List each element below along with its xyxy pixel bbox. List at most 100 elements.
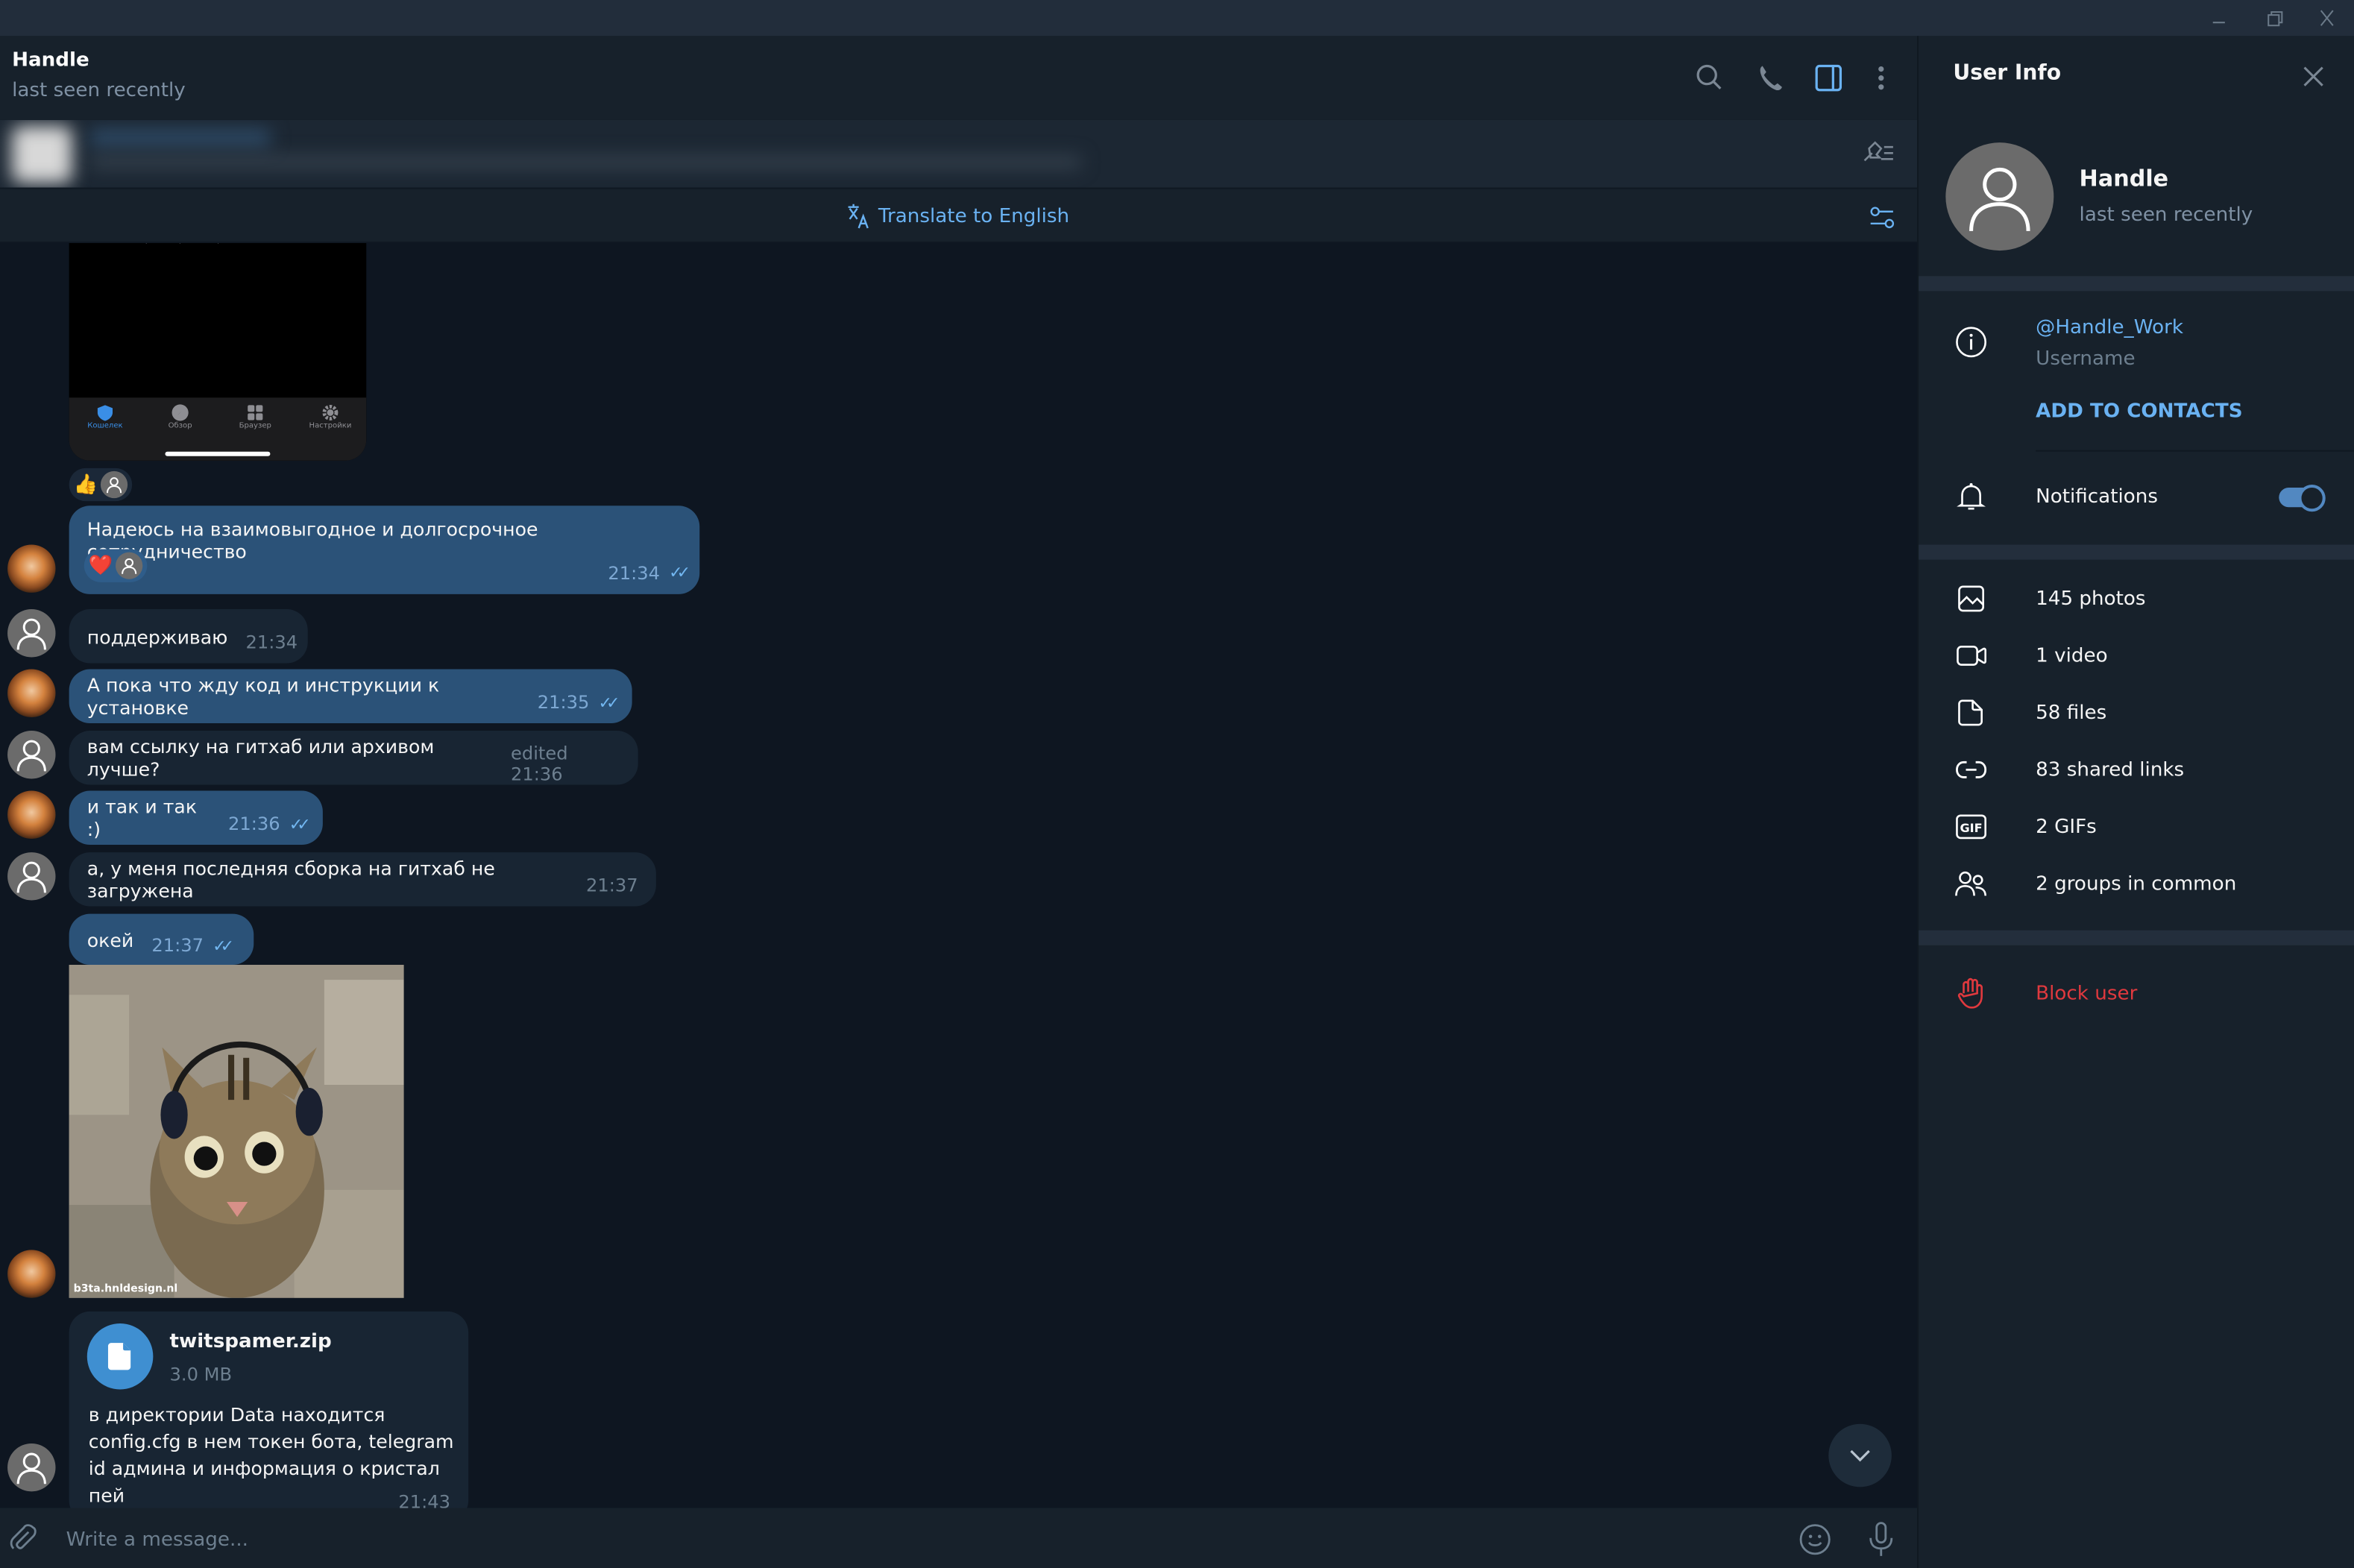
gif-icon: GIF bbox=[1954, 810, 1987, 843]
filter-settings-icon[interactable] bbox=[1868, 203, 1898, 233]
pinned-message-bar[interactable] bbox=[0, 119, 1918, 188]
pinned-title-blurred bbox=[89, 129, 271, 148]
close-window-button[interactable] bbox=[2315, 6, 2339, 30]
home-indicator bbox=[165, 451, 271, 456]
notifications-toggle[interactable] bbox=[2279, 485, 2326, 512]
message-input[interactable] bbox=[63, 1523, 1721, 1556]
message-text: вам ссылку на гитхаб или архивом лучше? bbox=[86, 735, 435, 781]
microphone-icon[interactable] bbox=[1866, 1522, 1896, 1558]
read-receipt-icon: ✓✓ bbox=[213, 935, 234, 955]
media-row-links[interactable]: 83 shared links bbox=[1919, 741, 2354, 798]
screenshot-nav-wallet: Кошелек bbox=[75, 403, 136, 431]
user-info-title: User Info bbox=[1953, 61, 2062, 86]
reaction-thumbs-up[interactable]: 👍 bbox=[69, 467, 133, 502]
screenshot-nav-browser: Браузер bbox=[225, 403, 286, 431]
bell-icon bbox=[1954, 480, 1987, 513]
media-row-videos[interactable]: 1 video bbox=[1919, 627, 2354, 684]
minimize-button[interactable] bbox=[2207, 6, 2231, 30]
search-icon[interactable] bbox=[1692, 60, 1728, 95]
media-row-gifs[interactable]: GIF 2 GIFs bbox=[1919, 799, 2354, 855]
shield-icon bbox=[97, 405, 113, 421]
sender-avatar-default[interactable] bbox=[7, 609, 56, 658]
add-to-contacts-button[interactable]: ADD TO CONTACTS bbox=[2036, 400, 2242, 423]
svg-text:GIF: GIF bbox=[1960, 821, 1982, 835]
gif-message-cat[interactable]: b3ta.hnldesign.nl bbox=[69, 964, 404, 1298]
close-panel-button[interactable] bbox=[2300, 63, 2327, 90]
groups-icon bbox=[1954, 867, 1987, 900]
pinned-text-blurred bbox=[89, 156, 1081, 169]
block-user-button[interactable]: Block user bbox=[1919, 965, 2354, 1021]
more-vertical-icon[interactable] bbox=[1863, 60, 1899, 95]
message-incoming[interactable]: а, у меня последняя сборка на гитхаб не … bbox=[69, 852, 656, 907]
cat-gif-image bbox=[69, 964, 404, 1298]
file-size: 3.0 MB bbox=[169, 1364, 233, 1385]
message-time: 21:37 bbox=[586, 875, 638, 896]
message-outgoing[interactable]: Надеюсь на взаимовыгодное и долгосрочное… bbox=[69, 506, 700, 594]
file-icon bbox=[107, 1343, 131, 1370]
notifications-row[interactable]: Notifications bbox=[1919, 468, 2354, 525]
sender-avatar-default[interactable] bbox=[7, 852, 56, 901]
sender-avatar-fox[interactable] bbox=[7, 669, 56, 717]
translate-button[interactable]: Translate to English bbox=[846, 203, 1070, 230]
read-receipt-icon: ✓✓ bbox=[669, 562, 690, 582]
sender-avatar-fox[interactable] bbox=[7, 790, 56, 839]
photo-icon bbox=[1954, 582, 1987, 615]
pinned-thumbnail bbox=[12, 126, 72, 183]
file-message[interactable]: twitspamer.zip 3.0 MB в директории Data … bbox=[69, 1311, 469, 1508]
media-label: 2 GIFs bbox=[2036, 815, 2097, 838]
reaction-user-avatar bbox=[101, 470, 128, 499]
message-text: и так и так :) bbox=[86, 795, 198, 840]
file-download-button[interactable] bbox=[86, 1323, 154, 1390]
reaction-user-avatar bbox=[116, 552, 143, 579]
link-icon bbox=[1954, 753, 1987, 786]
video-icon bbox=[1954, 639, 1987, 672]
message-time: edited 21:36 bbox=[510, 743, 568, 785]
file-name[interactable]: twitspamer.zip bbox=[170, 1331, 332, 1353]
translate-label: Translate to English bbox=[878, 204, 1070, 227]
media-row-files[interactable]: 58 files bbox=[1919, 684, 2354, 741]
scroll-to-bottom-button[interactable] bbox=[1828, 1423, 1892, 1487]
chat-messages-area[interactable]: Просмотр в обозревателе блоков Кошелек О… bbox=[0, 243, 1918, 1508]
compass-icon bbox=[171, 404, 189, 421]
message-outgoing[interactable]: окей 21:37 ✓✓ bbox=[69, 913, 254, 965]
message-incoming[interactable]: поддерживаю 21:34 bbox=[69, 609, 308, 664]
restore-button[interactable] bbox=[2262, 6, 2286, 30]
media-label: 58 files bbox=[2036, 701, 2107, 725]
media-row-groups[interactable]: 2 groups in common bbox=[1919, 855, 2354, 912]
phone-icon[interactable] bbox=[1754, 60, 1790, 95]
sender-avatar-default[interactable] bbox=[7, 1443, 56, 1492]
profile-name: Handle bbox=[2079, 165, 2169, 192]
message-outgoing[interactable]: и так и так :) 21:36 ✓✓ bbox=[69, 790, 323, 846]
screenshot-top-text: Просмотр в обозревателе блоков bbox=[69, 243, 367, 245]
message-incoming[interactable]: вам ссылку на гитхаб или архивом лучше? … bbox=[69, 731, 638, 785]
profile-avatar[interactable] bbox=[1945, 142, 2054, 251]
message-time: 21:35 bbox=[537, 691, 590, 713]
section-divider bbox=[1919, 544, 2354, 560]
chat-title[interactable]: Handle bbox=[12, 49, 89, 72]
sender-avatar-fox[interactable] bbox=[7, 544, 56, 593]
hand-stop-icon bbox=[1954, 977, 1987, 1010]
screenshot-image-message[interactable]: Просмотр в обозревателе блоков Кошелек О… bbox=[69, 243, 367, 461]
emoji-icon[interactable] bbox=[1798, 1523, 1831, 1556]
sidebar-toggle-icon[interactable] bbox=[1810, 60, 1846, 95]
grid-icon bbox=[248, 405, 263, 421]
sender-avatar-fox[interactable] bbox=[7, 1250, 56, 1298]
media-label: 145 photos bbox=[2036, 587, 2146, 611]
username-label: Username bbox=[2036, 347, 2136, 371]
message-text: а, у меня последняя сборка на гитхаб не … bbox=[86, 857, 495, 902]
sender-avatar-default[interactable] bbox=[7, 731, 56, 779]
profile-status: last seen recently bbox=[2079, 204, 2253, 227]
profile-username[interactable]: @Handle_Work bbox=[2036, 317, 2183, 339]
reaction-heart[interactable]: ❤️ bbox=[84, 549, 148, 582]
message-text: окей bbox=[86, 928, 134, 951]
gif-watermark: b3ta.hnldesign.nl bbox=[73, 1282, 178, 1295]
attach-icon[interactable] bbox=[7, 1523, 37, 1553]
pin-list-icon[interactable] bbox=[1860, 136, 1899, 169]
translate-bar: Translate to English bbox=[0, 187, 1918, 244]
translate-icon bbox=[846, 203, 872, 230]
window-title-bar bbox=[0, 0, 2354, 37]
message-outgoing[interactable]: А пока что жду код и инструкции к устано… bbox=[69, 669, 632, 723]
media-row-photos[interactable]: 145 photos bbox=[1919, 570, 2354, 627]
chat-header: Handle last seen recently bbox=[0, 36, 1918, 120]
message-time: 21:36 bbox=[227, 813, 280, 834]
